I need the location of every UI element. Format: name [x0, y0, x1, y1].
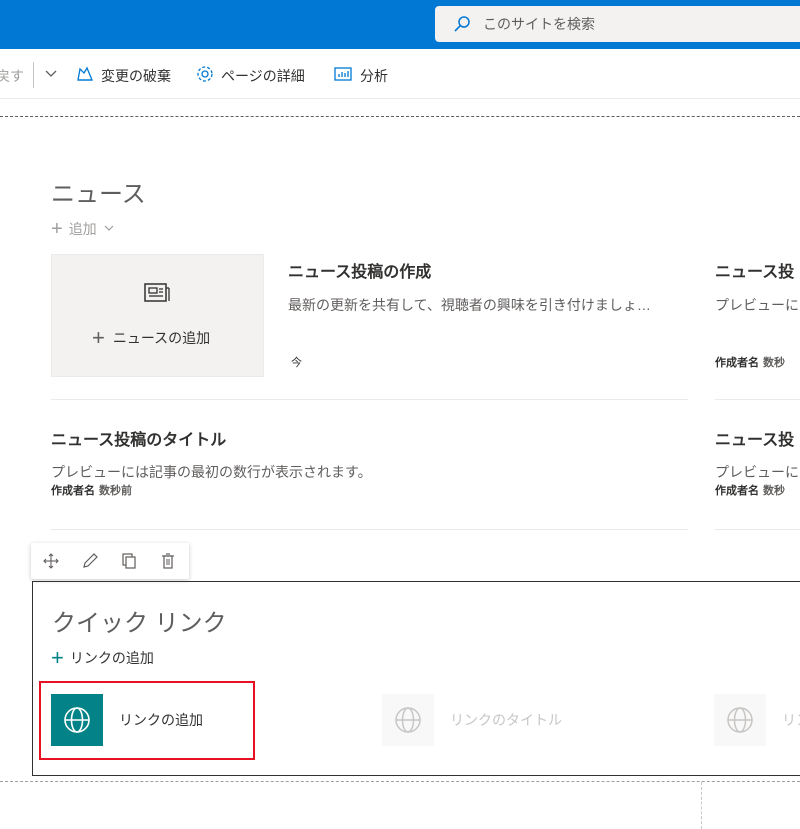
create-post-title[interactable]: ニュース投稿の作成	[288, 258, 431, 282]
globe-icon	[714, 694, 766, 746]
quick-link-item[interactable]: リン	[714, 694, 800, 746]
move-icon[interactable]	[31, 543, 70, 579]
news-icon	[144, 282, 170, 304]
add-news-label: ニュースの追加	[112, 330, 211, 346]
edit-pencil-icon[interactable]	[70, 543, 109, 579]
news-post-title[interactable]: ニュース投	[715, 426, 794, 450]
command-bar: 戻す 変更の破棄 ページの詳細 分析	[0, 49, 800, 99]
chevron-down-icon	[103, 222, 115, 237]
command-separator	[33, 62, 34, 88]
news-add-menu[interactable]: + 追加	[51, 219, 115, 239]
gear-icon[interactable]	[195, 64, 215, 84]
news-post-description: プレビューに	[715, 464, 799, 480]
add-news-tile[interactable]: + ニュースの追加	[51, 254, 264, 377]
plus-icon: +	[51, 218, 63, 240]
site-search-box[interactable]: このサイトを検索	[435, 6, 800, 42]
duplicate-icon[interactable]	[109, 543, 148, 579]
add-news-label-group: + ニュースの追加	[92, 325, 211, 350]
search-icon	[453, 15, 471, 33]
plus-icon: +	[92, 325, 105, 350]
chevron-down-icon[interactable]	[41, 64, 61, 84]
section-boundary-top	[0, 116, 800, 117]
quick-link-item[interactable]: リンクのタイトル	[382, 694, 562, 746]
delete-icon[interactable]	[148, 543, 187, 579]
post-age: 数秒前	[99, 485, 132, 497]
news-post-description: プレビューに	[715, 297, 799, 313]
divider	[51, 529, 688, 530]
undo-button[interactable]: 戻す	[0, 66, 24, 86]
discard-changes-button[interactable]: 変更の破棄	[101, 66, 171, 86]
news-post-title[interactable]: ニュース投稿のタイトル	[51, 426, 226, 450]
analytics-icon[interactable]	[333, 64, 353, 84]
author-name: 作成者名	[715, 357, 759, 369]
webpart-toolbar	[31, 543, 189, 579]
author-name: 作成者名	[51, 485, 95, 497]
page-details-button[interactable]: ページの詳細	[221, 66, 305, 86]
divider	[51, 399, 688, 400]
news-post-meta: 作成者名 数秒	[715, 482, 785, 498]
search-placeholder: このサイトを検索	[483, 16, 595, 32]
news-post-title[interactable]: ニュース投	[715, 258, 794, 282]
post-age: 数秒	[763, 357, 785, 369]
divider	[715, 529, 800, 530]
suite-bar: このサイトを検索	[0, 0, 800, 49]
divider	[715, 399, 800, 400]
author-name: 作成者名	[715, 485, 759, 497]
news-post-meta: 作成者名 数秒前	[51, 482, 132, 498]
news-post-meta: 作成者名 数秒	[715, 354, 785, 370]
add-link-button[interactable]: + リンクの追加	[51, 645, 154, 670]
discard-icon[interactable]	[75, 64, 95, 84]
news-webpart-title[interactable]: ニュース	[51, 174, 146, 209]
quick-links-title[interactable]: クイック リンク	[52, 603, 227, 638]
quick-link-label: リン	[782, 712, 800, 728]
column-boundary	[701, 782, 702, 829]
post-age: 数秒	[763, 485, 785, 497]
plus-icon: +	[51, 645, 64, 670]
add-link-label: リンクの追加	[69, 650, 154, 666]
quick-link-label: リンクのタイトル	[450, 712, 562, 728]
globe-icon	[382, 694, 434, 746]
highlight-annotation	[39, 681, 255, 760]
news-add-label: 追加	[68, 221, 97, 237]
analytics-button[interactable]: 分析	[360, 66, 388, 86]
news-post-description: プレビューには記事の最初の数行が表示されます。	[51, 464, 372, 480]
create-post-description: 最新の更新を共有して、視聴者の興味を引き付けましょ…	[288, 297, 651, 313]
section-boundary-bottom	[0, 781, 800, 782]
create-post-time: 今	[291, 357, 302, 369]
